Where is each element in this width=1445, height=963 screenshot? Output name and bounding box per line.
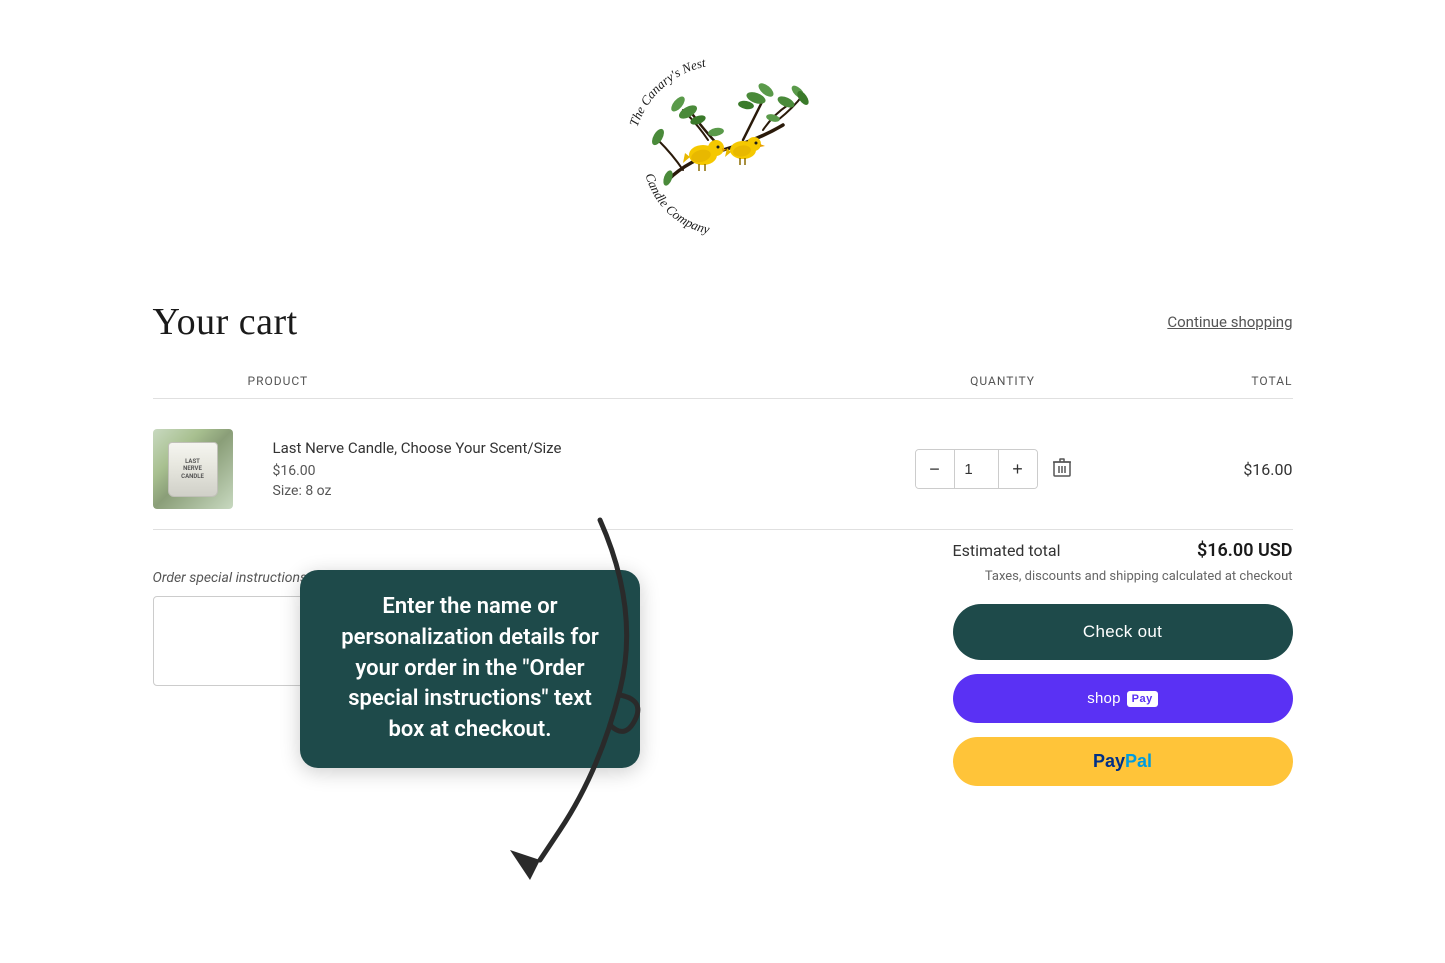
quantity-input[interactable] xyxy=(954,450,999,488)
tax-note: Taxes, discounts and shipping calculated… xyxy=(953,569,1293,584)
cart-table-header: PRODUCT QUANTITY TOTAL xyxy=(153,374,1293,399)
product-image: LASTNERVECANDLE xyxy=(153,429,233,509)
quantity-column: − + xyxy=(863,449,1123,489)
candle-jar: LASTNERVECANDLE xyxy=(168,442,218,497)
paypal-logo: PayPal xyxy=(1093,751,1152,772)
callout-arrow xyxy=(480,510,700,890)
quantity-decrease-button[interactable]: − xyxy=(916,450,954,488)
cart-title: Your cart xyxy=(153,300,298,344)
estimated-total-label: Estimated total xyxy=(953,541,1061,560)
svg-text:Candle Company: Candle Company xyxy=(642,171,711,236)
paypal-button[interactable]: PayPal xyxy=(953,737,1293,786)
col-quantity-label: QUANTITY xyxy=(873,374,1133,388)
product-info: Last Nerve Candle, Choose Your Scent/Siz… xyxy=(258,439,853,499)
cart-items-list: LASTNERVECANDLE Last Nerve Candle, Choos… xyxy=(153,409,1293,530)
site-header: The Canary's Nest Candle Company xyxy=(0,0,1445,300)
quantity-increase-button[interactable]: + xyxy=(999,450,1037,488)
product-name: Last Nerve Candle, Choose Your Scent/Siz… xyxy=(273,439,853,457)
col-product-label: PRODUCT xyxy=(248,374,873,388)
continue-shopping-link[interactable]: Continue shopping xyxy=(1167,313,1292,331)
cart-page: Your cart Continue shopping PRODUCT QUAN… xyxy=(73,300,1373,786)
shop-pay-text: shop xyxy=(1087,690,1120,707)
logo[interactable]: The Canary's Nest Candle Company xyxy=(608,20,838,290)
table-row: LASTNERVECANDLE Last Nerve Candle, Choos… xyxy=(153,409,1293,530)
shop-pay-button[interactable]: shop Pay xyxy=(953,674,1293,723)
estimated-total-amount: $16.00 USD xyxy=(1197,540,1293,561)
quantity-wrapper: − + xyxy=(915,449,1038,489)
shop-pay-logo: Pay xyxy=(1127,691,1158,707)
order-summary: Estimated total $16.00 USD Taxes, discou… xyxy=(913,540,1293,786)
product-size: Size: 8 oz xyxy=(273,483,853,499)
col-product-header xyxy=(153,374,248,388)
checkout-button[interactable]: Check out xyxy=(953,604,1293,660)
delete-item-button[interactable] xyxy=(1053,457,1071,482)
cart-header: Your cart Continue shopping xyxy=(153,300,1293,344)
product-price: $16.00 xyxy=(273,463,853,479)
col-total-label: TOTAL xyxy=(1133,374,1293,388)
item-total: $16.00 xyxy=(1133,460,1293,479)
trash-icon xyxy=(1053,457,1071,477)
estimated-total-row: Estimated total $16.00 USD xyxy=(953,540,1293,561)
